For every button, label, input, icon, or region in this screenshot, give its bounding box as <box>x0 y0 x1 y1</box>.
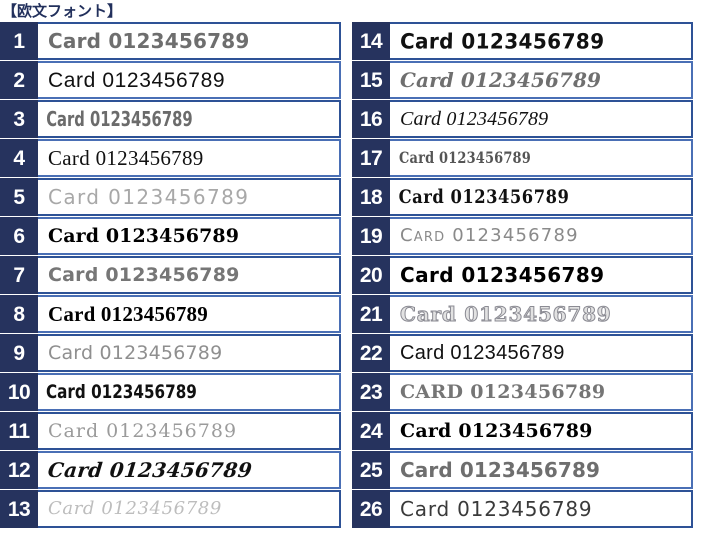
row-number-badge: 25 <box>352 451 390 489</box>
row-number-badge: 10 <box>0 373 38 411</box>
row-number-badge: 1 <box>0 22 38 60</box>
row-number-badge: 7 <box>0 256 38 294</box>
font-sample-text: Card 0123456789 <box>399 28 605 54</box>
row-number-badge: 8 <box>0 295 38 333</box>
font-sample-row: 2 Card 0123456789 <box>0 61 341 99</box>
font-sample-text: Card 0123456789 <box>48 185 250 209</box>
font-sample-text: Card 0123456789 <box>48 263 240 286</box>
row-number-badge: 21 <box>352 295 390 333</box>
font-sample-text: Card 0123456789 <box>48 498 222 519</box>
font-sample-text: Card 0123456789 <box>400 68 602 92</box>
font-sample-row: 9 Card 0123456789 <box>0 334 341 372</box>
font-sample-row: 26 Card 0123456789 <box>352 490 693 528</box>
font-sample-row: 6 Card 0123456789 <box>0 217 341 255</box>
font-sample-row: 1 Card 0123456789 <box>0 22 341 60</box>
font-sample-text: Card 0123456789 <box>400 458 600 482</box>
row-number-badge: 12 <box>0 451 38 489</box>
font-sample-row: 3 Card 0123456789 <box>0 100 341 138</box>
font-sample-text: Card 0123456789 <box>400 419 593 442</box>
font-sample-text: Card 0123456789 <box>46 107 193 131</box>
row-number-badge: 20 <box>352 256 390 294</box>
row-number-badge: 14 <box>352 22 390 60</box>
font-sample-row: 16 Card 0123456789 <box>352 100 693 138</box>
row-number-badge: 26 <box>352 490 390 528</box>
font-sample-text: Card 0123456789 <box>399 148 531 167</box>
font-sample-row: 11 Card 0123456789 <box>0 412 341 450</box>
font-sample-text: Card 0123456789 <box>400 342 565 364</box>
row-number-badge: 13 <box>0 490 38 528</box>
font-sample-text: Card 0123456789 <box>398 185 570 208</box>
font-sample-row: 23 CARD 0123456789 <box>352 373 693 411</box>
page-title: 【欧文フォント】 <box>2 2 123 20</box>
font-sample-text: Card 0123456789 <box>48 224 240 247</box>
font-sample-row: 12 Card 0123456789 <box>0 451 341 489</box>
font-sample-row: 25 Card 0123456789 <box>352 451 693 489</box>
font-specimen-page: 【欧文フォント】 1 Card 0123456789 2 Card 012345678… <box>0 0 703 537</box>
font-sample-row: 10 Card 0123456789 <box>0 373 341 411</box>
font-sample-row: 19 Card 0123456789 <box>352 217 693 255</box>
font-sample-text: Card 0123456789 <box>400 302 612 326</box>
row-number-badge: 15 <box>352 61 390 99</box>
font-sample-row: 5 Card 0123456789 <box>0 178 341 216</box>
font-sample-row: 24 Card 0123456789 <box>352 412 693 450</box>
font-sample-row: 4 Card 0123456789 <box>0 139 341 177</box>
row-number-badge: 11 <box>0 412 38 450</box>
font-sample-text: Card 0123456789 <box>48 301 208 326</box>
font-sample-text: Card 0123456789 <box>48 68 226 92</box>
font-sample-text: Card 0123456789 <box>400 497 593 521</box>
row-number-badge: 6 <box>0 217 38 255</box>
font-sample-text: Card 0123456789 <box>48 145 204 170</box>
right-column: 14 Card 0123456789 15 Card 0123456789 16 Card… <box>352 22 693 528</box>
font-sample-row: 20 Card 0123456789 <box>352 256 693 294</box>
row-number-badge: 16 <box>352 100 390 138</box>
font-specimen-table: 1 Card 0123456789 2 Card 0123456789 3 Card 01… <box>0 22 703 528</box>
row-number-badge: 3 <box>0 100 38 138</box>
font-sample-text: Card 0123456789 <box>48 341 223 364</box>
row-number-badge: 18 <box>352 178 390 216</box>
row-number-badge: 4 <box>0 139 38 177</box>
font-sample-text: Card 0123456789 <box>48 29 250 53</box>
left-column: 1 Card 0123456789 2 Card 0123456789 3 Card 01… <box>0 22 341 528</box>
font-sample-row: 7 Card 0123456789 <box>0 256 341 294</box>
font-sample-row: 18 Card 0123456789 <box>352 178 693 216</box>
font-sample-row: 17 Card 0123456789 <box>352 139 693 177</box>
font-sample-text: Card 0123456789 <box>48 419 238 442</box>
font-sample-row: 14 Card 0123456789 <box>352 22 693 60</box>
font-sample-row: 8 Card 0123456789 <box>0 295 341 333</box>
row-number-badge: 23 <box>352 373 390 411</box>
row-number-badge: 22 <box>352 334 390 372</box>
font-sample-text: Card 0123456789 <box>400 108 549 130</box>
font-sample-text: Card 0123456789 <box>46 458 254 482</box>
font-sample-text: CARD 0123456789 <box>400 380 606 403</box>
row-number-badge: 24 <box>352 412 390 450</box>
font-sample-row: 13 Card 0123456789 <box>0 490 341 528</box>
font-sample-text: Card 0123456789 <box>400 225 579 246</box>
font-sample-row: 22 Card 0123456789 <box>352 334 693 372</box>
row-number-badge: 19 <box>352 217 390 255</box>
font-sample-text: Card 0123456789 <box>400 263 605 287</box>
font-sample-row: 21 Card 0123456789 <box>352 295 693 333</box>
row-number-badge: 5 <box>0 178 38 216</box>
row-number-badge: 9 <box>0 334 38 372</box>
font-sample-text: Card 0123456789 <box>46 380 197 403</box>
row-number-badge: 2 <box>0 61 38 99</box>
row-number-badge: 17 <box>352 139 390 177</box>
font-sample-row: 15 Card 0123456789 <box>352 61 693 99</box>
